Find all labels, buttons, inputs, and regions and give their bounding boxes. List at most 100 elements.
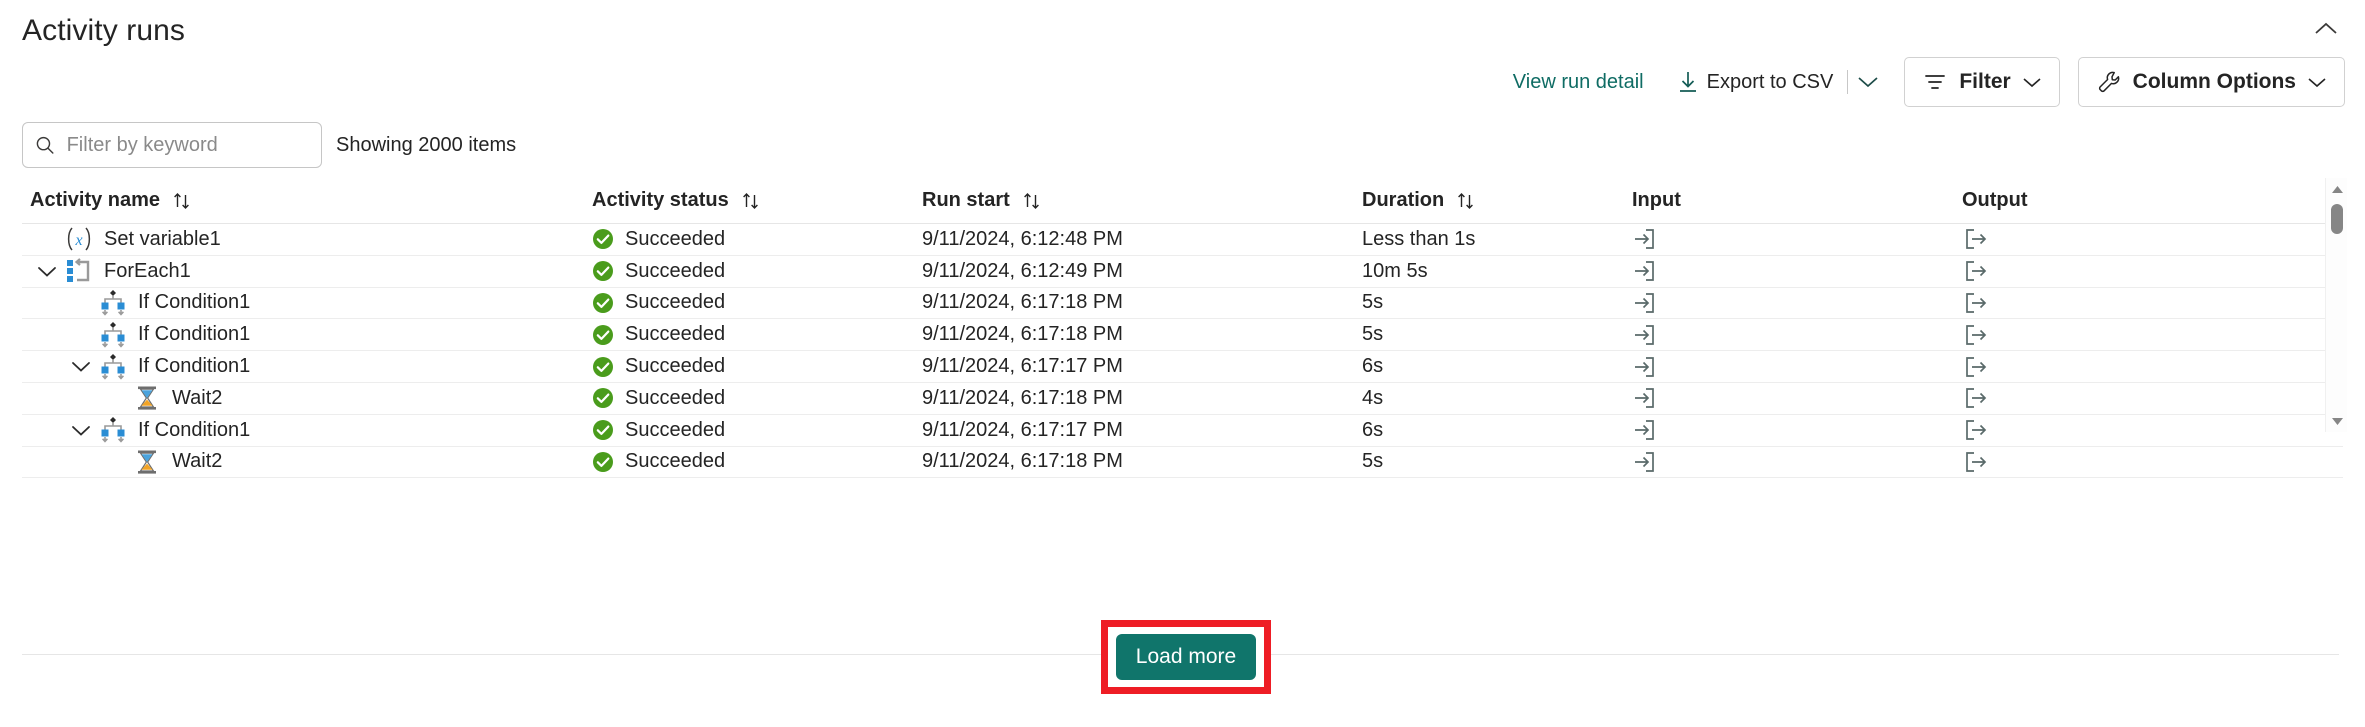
cell-activity-name: ForEach1 (22, 257, 592, 285)
scroll-down-button[interactable] (2326, 412, 2348, 430)
activity-name-label: Wait2 (172, 450, 223, 473)
cell-input (1632, 417, 1962, 443)
table-row[interactable]: Wait2 Succeeded 9/11/2024, 6:17:18 PM 5s (22, 447, 2343, 479)
load-more-button[interactable]: Load more (1115, 634, 1257, 680)
collapse-panel-button[interactable] (2305, 8, 2347, 50)
input-arrow-icon[interactable] (1632, 354, 1658, 380)
cell-run-start: 9/11/2024, 6:17:18 PM (922, 386, 1123, 409)
cell-output (1962, 354, 2343, 380)
output-arrow-icon[interactable] (1962, 385, 1988, 411)
column-label: Duration (1362, 189, 1445, 211)
showing-items-count: Showing 2000 items (336, 133, 517, 156)
status-label: Succeeded (625, 227, 726, 250)
activity-type-icon-wrap (98, 353, 128, 381)
search-box[interactable] (22, 122, 322, 168)
panel-header: Activity runs (0, 0, 2365, 62)
cell-output (1962, 290, 2343, 316)
output-arrow-icon[interactable] (1962, 354, 1988, 380)
cell-run-start: 9/11/2024, 6:12:49 PM (922, 259, 1123, 282)
view-run-detail-link[interactable]: View run detail (1499, 71, 1658, 94)
success-check-icon (593, 261, 613, 282)
column-options-label: Column Options (2132, 70, 2296, 93)
input-arrow-icon[interactable] (1632, 226, 1658, 252)
status-badge: Succeeded (592, 228, 922, 251)
if-condition-icon (101, 417, 125, 443)
chevron-down-icon (2023, 77, 2041, 87)
row-expander-toggle[interactable] (64, 360, 98, 373)
export-to-csv-split-button: Export to CSV (1666, 62, 1887, 102)
output-arrow-icon[interactable] (1962, 449, 1988, 475)
table-row[interactable]: If Condition1 Succeeded 9/11/2024, 6:17:18… (22, 319, 2343, 352)
if-condition-icon (101, 353, 125, 380)
activity-type-icon-wrap (98, 321, 128, 349)
scroll-up-button[interactable] (2326, 180, 2348, 198)
status-label: Succeeded (625, 386, 726, 409)
output-arrow-icon[interactable] (1962, 322, 1988, 348)
row-expander-toggle[interactable] (30, 265, 64, 278)
output-arrow-icon[interactable] (1962, 417, 1988, 443)
chevron-down-icon (2308, 77, 2326, 87)
column-header-run-start[interactable]: Run start (922, 189, 1362, 212)
caret-down-icon (2331, 417, 2343, 425)
table-row[interactable]: x Set variable1 Succeeded 9/11/2024, 6:12:4… (22, 224, 2343, 256)
cell-input (1632, 258, 1962, 284)
activity-type-icon-wrap (64, 257, 94, 285)
cell-run-start: 9/11/2024, 6:17:17 PM (922, 355, 1123, 378)
cell-activity-name: Wait2 (22, 448, 592, 476)
search-input[interactable] (64, 132, 309, 158)
if-condition-icon (101, 289, 125, 316)
table-row[interactable]: ForEach1 Succeeded 9/11/2024, 6:12:49 PM 10… (22, 256, 2343, 288)
input-arrow-icon[interactable] (1632, 385, 1658, 411)
activity-type-icon-wrap (98, 416, 128, 444)
search-icon (36, 136, 54, 154)
cell-input (1632, 354, 1962, 380)
row-expander-toggle[interactable] (64, 424, 98, 437)
export-to-csv-button[interactable]: Export to CSV (1666, 62, 1846, 102)
output-arrow-icon[interactable] (1962, 290, 1988, 316)
column-label: Activity status (592, 189, 729, 211)
cell-run-start: 9/11/2024, 6:17:18 PM (922, 323, 1123, 346)
activity-type-icon-wrap (132, 384, 162, 412)
column-header-activity-name[interactable]: Activity name (22, 189, 592, 212)
table-row[interactable]: Wait2 Succeeded 9/11/2024, 6:17:18 PM 4s (22, 383, 2343, 415)
column-label: Run start (922, 189, 1010, 211)
scrollbar-thumb[interactable] (2331, 204, 2343, 234)
cell-input (1632, 449, 1962, 475)
input-arrow-icon[interactable] (1632, 258, 1658, 284)
cell-duration: 6s (1362, 418, 1384, 441)
toolbar-divider (1847, 70, 1849, 94)
export-options-chevron-button[interactable] (1850, 63, 1886, 101)
column-header-duration[interactable]: Duration (1362, 189, 1632, 212)
download-icon (1679, 72, 1696, 92)
table-row[interactable]: If Condition1 Succeeded 9/11/2024, 6:17:17… (22, 351, 2343, 383)
svg-text:x: x (74, 232, 82, 249)
column-header-input: Input (1632, 189, 1962, 212)
status-label: Succeeded (625, 291, 726, 314)
success-check-icon (593, 229, 613, 250)
set-variable-icon: x (67, 227, 91, 251)
output-arrow-icon[interactable] (1962, 226, 1988, 252)
filter-row: Showing 2000 items (22, 122, 516, 168)
input-arrow-icon[interactable] (1632, 322, 1658, 348)
sort-arrows-icon (1023, 192, 1039, 209)
table-row[interactable]: If Condition1 Succeeded 9/11/2024, 6:17:18… (22, 288, 2343, 320)
table-vertical-scrollbar[interactable] (2325, 178, 2347, 432)
activity-name-label: Wait2 (172, 386, 223, 409)
chevron-down-icon (72, 362, 90, 372)
filter-button[interactable]: Filter (1904, 57, 2060, 107)
cell-input (1632, 290, 1962, 316)
cell-activity-name: x Set variable1 (22, 225, 592, 253)
cell-activity-name: Wait2 (22, 384, 592, 412)
input-arrow-icon[interactable] (1632, 290, 1658, 316)
table-row[interactable]: If Condition1 Succeeded 9/11/2024, 6:17:17… (22, 415, 2343, 447)
cell-input (1632, 226, 1962, 252)
column-header-activity-status[interactable]: Activity status (592, 189, 922, 212)
input-arrow-icon[interactable] (1632, 417, 1658, 443)
command-bar: View run detail Export to CSV Filter Col… (1499, 57, 2345, 107)
cell-run-start: 9/11/2024, 6:17:17 PM (922, 418, 1123, 441)
output-arrow-icon[interactable] (1962, 258, 1988, 284)
column-options-button[interactable]: Column Options (2077, 57, 2345, 107)
success-check-icon (593, 388, 613, 409)
activity-name-label: If Condition1 (138, 418, 251, 441)
input-arrow-icon[interactable] (1632, 449, 1658, 475)
